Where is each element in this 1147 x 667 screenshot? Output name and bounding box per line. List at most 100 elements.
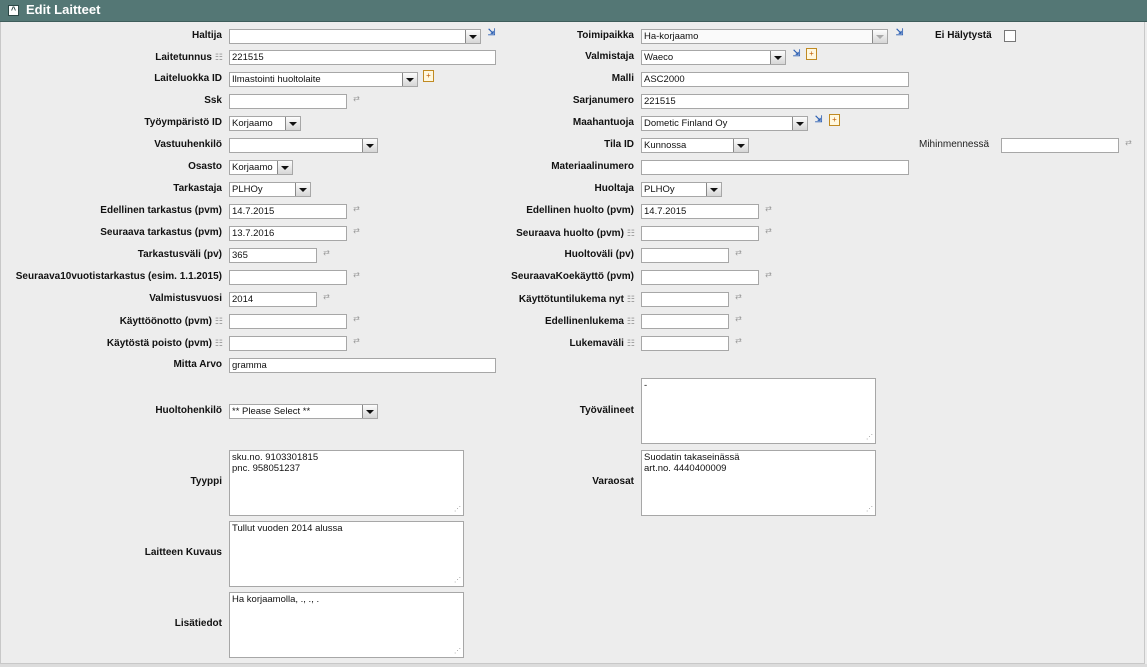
chevron-down-icon[interactable]: [362, 139, 377, 152]
osasto-select[interactable]: Korjaamo: [229, 160, 293, 175]
seuraava-koekaytto-label: SeuraavaKoekäyttö (pvm): [511, 271, 634, 282]
kaytosta-poisto-label: Käytöstä poisto (pvm) ☷: [106, 338, 223, 349]
sarjanumero-input[interactable]: 221515: [641, 94, 909, 109]
lookup-picker-icon[interactable]: ⇲: [894, 27, 905, 39]
add-new-record-icon[interactable]: +: [423, 70, 434, 82]
chevron-down-icon[interactable]: [402, 73, 417, 86]
materiaalinumero-input[interactable]: [641, 160, 909, 175]
seuraava-koekaytto-input[interactable]: [641, 270, 759, 285]
up-down-spinner-icon[interactable]: ⇄: [763, 271, 774, 283]
chevron-down-icon[interactable]: [706, 183, 721, 196]
resize-grip-icon[interactable]: ⋰: [454, 648, 462, 656]
valmistaja-select[interactable]: Waeco: [641, 50, 786, 65]
huoltohenkilo-select[interactable]: ** Please Select **: [229, 404, 378, 419]
add-new-record-icon[interactable]: +: [829, 114, 840, 126]
chevron-down-icon[interactable]: [362, 405, 377, 418]
chevron-down-icon[interactable]: [465, 30, 480, 43]
laitetunnus-input[interactable]: 221515: [229, 50, 496, 65]
kayttoonotto-label: Käyttöönotto (pvm) ☷: [119, 316, 223, 327]
lisatiedot-textarea[interactable]: Ha korjaamolla, ., ., . ⋰: [229, 592, 464, 658]
mitta-arvo-label: Mitta Arvo: [173, 359, 222, 370]
up-down-spinner-icon[interactable]: ⇄: [321, 293, 332, 305]
lookup-picker-icon[interactable]: ⇲: [791, 48, 802, 60]
ei-halytysta-checkbox[interactable]: [1004, 30, 1016, 42]
huoltohenkilo-label: Huoltohenkilö: [155, 405, 222, 416]
chevron-down-icon[interactable]: [792, 117, 807, 130]
up-down-spinner-icon[interactable]: ⇄: [351, 227, 362, 239]
list-indicator-icon: ☷: [626, 228, 635, 238]
haltija-select[interactable]: [229, 29, 481, 44]
add-new-record-icon[interactable]: +: [806, 48, 817, 60]
chevron-down-icon[interactable]: [277, 161, 292, 174]
vastuuhenkilo-select[interactable]: [229, 138, 378, 153]
edellinen-tarkastus-input[interactable]: 14.7.2015: [229, 204, 347, 219]
chevron-down-icon[interactable]: [295, 183, 310, 196]
toimipaikka-select[interactable]: Ha-korjaamo: [641, 29, 888, 44]
toimipaikka-label: Toimipaikka: [576, 30, 634, 41]
tyovalineet-label: Työvälineet: [579, 405, 634, 416]
tyoymparisto-select[interactable]: Korjaamo: [229, 116, 301, 131]
resize-grip-icon[interactable]: ⋰: [866, 506, 874, 514]
collapse-panel-icon[interactable]: ^: [8, 5, 19, 16]
chevron-down-icon[interactable]: [285, 117, 300, 130]
up-down-spinner-icon[interactable]: ⇄: [733, 293, 744, 305]
lisatiedot-label: Lisätiedot: [174, 618, 222, 629]
kayttotuntilukema-input[interactable]: [641, 292, 729, 307]
mitta-arvo-input[interactable]: gramma: [229, 358, 496, 373]
up-down-spinner-icon[interactable]: ⇄: [351, 271, 362, 283]
laitteen-kuvaus-label: Laitteen Kuvaus: [144, 547, 222, 558]
huoltovali-input[interactable]: [641, 248, 729, 263]
maahantuoja-select[interactable]: Dometic Finland Oy: [641, 116, 808, 131]
tyovalineet-textarea[interactable]: - ⋰: [641, 378, 876, 444]
ssk-input[interactable]: [229, 94, 347, 109]
edellinenlukema-input[interactable]: [641, 314, 729, 329]
up-down-spinner-icon[interactable]: ⇄: [351, 95, 362, 107]
edellinen-huolto-input[interactable]: 14.7.2015: [641, 204, 759, 219]
mihinmennessa-input[interactable]: [1001, 138, 1119, 153]
up-down-spinner-icon[interactable]: ⇄: [733, 249, 744, 261]
up-down-spinner-icon[interactable]: ⇄: [321, 249, 332, 261]
resize-grip-icon[interactable]: ⋰: [866, 434, 874, 442]
up-down-spinner-icon[interactable]: ⇄: [351, 205, 362, 217]
seuraava10-label: Seuraava10vuotistarkastus (esim. 1.1.201…: [15, 271, 222, 282]
resize-grip-icon[interactable]: ⋰: [454, 577, 462, 585]
chevron-down-icon[interactable]: [872, 30, 887, 43]
huoltaja-select[interactable]: PLHOy: [641, 182, 722, 197]
seuraava10-input[interactable]: [229, 270, 347, 285]
huoltaja-label: Huoltaja: [594, 183, 634, 194]
seuraava-huolto-input[interactable]: [641, 226, 759, 241]
laitteen-kuvaus-textarea[interactable]: Tullut vuoden 2014 alussa ⋰: [229, 521, 464, 587]
up-down-spinner-icon[interactable]: ⇄: [351, 315, 362, 327]
tyyppi-textarea[interactable]: sku.no. 9103301815 pnc. 958051237 ⋰: [229, 450, 464, 516]
haltija-label: Haltija: [191, 30, 222, 41]
up-down-spinner-icon[interactable]: ⇄: [763, 205, 774, 217]
up-down-spinner-icon[interactable]: ⇄: [733, 337, 744, 349]
window-titlebar: ^ Edit Laitteet: [0, 0, 1147, 22]
list-indicator-icon: ☷: [214, 316, 223, 326]
lookup-picker-icon[interactable]: ⇲: [486, 27, 497, 39]
resize-grip-icon[interactable]: ⋰: [454, 506, 462, 514]
chevron-down-icon[interactable]: [770, 51, 785, 64]
malli-input[interactable]: ASC2000: [641, 72, 909, 87]
laiteluokka-select[interactable]: Ilmastointi huoltolaite: [229, 72, 418, 87]
seuraava-tarkastus-input[interactable]: 13.7.2016: [229, 226, 347, 241]
tarkastaja-select[interactable]: PLHOy: [229, 182, 311, 197]
tarkastusvali-input[interactable]: 365: [229, 248, 317, 263]
lookup-picker-icon[interactable]: ⇲: [813, 114, 824, 126]
up-down-spinner-icon[interactable]: ⇄: [733, 315, 744, 327]
list-indicator-icon: ☷: [626, 316, 635, 326]
up-down-spinner-icon[interactable]: ⇄: [763, 227, 774, 239]
kaytosta-poisto-input[interactable]: [229, 336, 347, 351]
tila-select[interactable]: Kunnossa: [641, 138, 749, 153]
kayttoonotto-input[interactable]: [229, 314, 347, 329]
laiteluokka-label: Laiteluokka ID: [154, 73, 222, 84]
up-down-spinner-icon[interactable]: ⇄: [351, 337, 362, 349]
valmistusvuosi-input[interactable]: 2014: [229, 292, 317, 307]
up-down-spinner-icon[interactable]: ⇄: [1123, 139, 1134, 151]
osasto-label: Osasto: [188, 161, 222, 172]
edellinen-tarkastus-label: Edellinen tarkastus (pvm): [100, 205, 222, 216]
varaosat-textarea[interactable]: Suodatin takaseinässä art.no. 4440400009…: [641, 450, 876, 516]
lukemavali-input[interactable]: [641, 336, 729, 351]
chevron-down-icon[interactable]: [733, 139, 748, 152]
list-indicator-icon: ☷: [626, 294, 635, 304]
